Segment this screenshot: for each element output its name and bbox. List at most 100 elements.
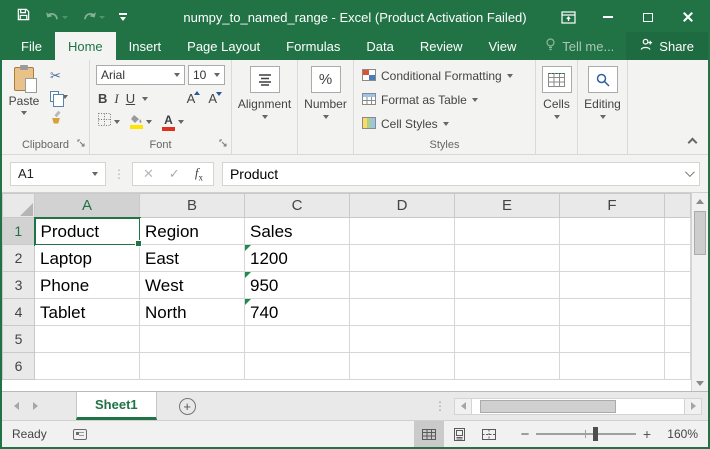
collapse-ribbon-icon[interactable] [688,138,698,148]
cell-F3[interactable] [560,272,665,299]
page-layout-view-button[interactable] [444,421,474,448]
cell-F6[interactable] [560,353,665,380]
column-header-E[interactable]: E [455,194,560,218]
cell-E6[interactable] [455,353,560,380]
cell-styles-button[interactable]: Cell Styles [354,112,535,136]
maximize-button[interactable] [628,2,668,32]
font-size-select[interactable]: 10 [188,65,225,85]
formula-input[interactable]: Product [222,162,700,186]
undo-button[interactable] [45,11,68,23]
customize-qat-icon[interactable] [119,13,127,21]
number-format-button[interactable]: % Number [298,60,353,154]
cell-B6[interactable] [140,353,245,380]
cell-D1[interactable] [350,218,455,245]
underline-button[interactable]: U [126,91,135,106]
cell-F5[interactable] [560,326,665,353]
cell-D3[interactable] [350,272,455,299]
cell-D6[interactable] [350,353,455,380]
decrease-font-size-button[interactable]: A [208,91,217,106]
share-button[interactable]: Share [626,32,708,60]
cell-partial-row-1[interactable] [665,218,691,245]
zoom-out-icon[interactable]: − [518,426,532,443]
cell-partial-row-6[interactable] [665,353,691,380]
name-box-dropdown-icon[interactable] [92,172,98,176]
increase-font-size-button[interactable]: A [187,91,196,106]
close-button[interactable] [668,2,708,32]
cell-F2[interactable] [560,245,665,272]
tab-view[interactable]: View [475,32,529,60]
cell-partial-row-3[interactable] [665,272,691,299]
cell-C4[interactable]: 740 [245,299,350,326]
expand-formula-bar-icon[interactable] [685,167,695,177]
tab-insert[interactable]: Insert [116,32,175,60]
cell-C5[interactable] [245,326,350,353]
cell-partial-row-2[interactable] [665,245,691,272]
zoom-level[interactable]: 160% [654,427,698,441]
cell-A1[interactable]: Product [35,218,140,245]
cell-partial-row-5[interactable] [665,326,691,353]
cell-D4[interactable] [350,299,455,326]
cell-A5[interactable] [35,326,140,353]
clipboard-dialog-launcher-icon[interactable] [77,138,85,150]
editing-button[interactable]: Editing [578,60,627,154]
underline-dropdown-icon[interactable] [142,97,148,101]
tab-page-layout[interactable]: Page Layout [174,32,273,60]
paste-button[interactable]: Paste [2,64,46,136]
cell-E5[interactable] [455,326,560,353]
tab-formulas[interactable]: Formulas [273,32,353,60]
cell-D2[interactable] [350,245,455,272]
cell-B1[interactable]: Region [140,218,245,245]
cells-button[interactable]: Cells [536,60,577,154]
scroll-down-icon[interactable] [692,375,708,391]
row-header-4[interactable]: 4 [3,299,35,326]
borders-button[interactable] [98,113,120,131]
cell-A3[interactable]: Phone [35,272,140,299]
format-as-table-button[interactable]: Format as Table [354,88,535,112]
new-sheet-icon[interactable]: + [179,398,196,415]
column-header-F[interactable]: F [560,194,665,218]
vertical-scrollbar[interactable] [691,193,708,391]
fill-color-button[interactable] [130,115,152,129]
cell-A4[interactable]: Tablet [35,299,140,326]
format-painter-button[interactable] [46,108,72,127]
cell-partial-row-4[interactable] [665,299,691,326]
cell-E1[interactable] [455,218,560,245]
horizontal-scrollbar[interactable] [454,398,702,415]
column-header-partial[interactable] [665,194,691,218]
tab-file[interactable]: File [8,32,55,60]
sheet-tab-sheet1[interactable]: Sheet1 [76,392,157,420]
column-header-D[interactable]: D [350,194,455,218]
bold-button[interactable]: B [98,91,107,106]
cell-D5[interactable] [350,326,455,353]
tab-review[interactable]: Review [407,32,476,60]
conditional-formatting-button[interactable]: Conditional Formatting [354,64,535,88]
cell-A6[interactable] [35,353,140,380]
cell-F4[interactable] [560,299,665,326]
normal-view-button[interactable] [414,421,444,448]
previous-sheet-icon[interactable] [14,402,19,410]
column-header-A[interactable]: A [35,194,140,218]
row-header-6[interactable]: 6 [3,353,35,380]
scroll-left-icon[interactable] [455,399,471,414]
cell-C6[interactable] [245,353,350,380]
font-dialog-launcher-icon[interactable] [219,138,227,150]
scroll-up-icon[interactable] [692,193,708,209]
cell-E4[interactable] [455,299,560,326]
alignment-button[interactable]: Alignment [232,60,297,154]
row-header-1[interactable]: 1 [3,218,35,245]
cell-C1[interactable]: Sales [245,218,350,245]
cell-B4[interactable]: North [140,299,245,326]
cell-B3[interactable]: West [140,272,245,299]
italic-button[interactable]: I [114,91,118,107]
paste-dropdown-icon[interactable] [21,111,27,115]
cell-F1[interactable] [560,218,665,245]
save-icon[interactable] [16,7,31,27]
cell-C3[interactable]: 950 [245,272,350,299]
cut-button[interactable]: ✂ [46,66,72,85]
redo-dropdown-icon[interactable] [99,16,105,19]
zoom-slider-handle[interactable] [593,427,598,441]
ribbon-display-options-icon[interactable] [548,2,588,32]
cell-A2[interactable]: Laptop [35,245,140,272]
zoom-slider[interactable] [536,433,636,435]
cell-B5[interactable] [140,326,245,353]
